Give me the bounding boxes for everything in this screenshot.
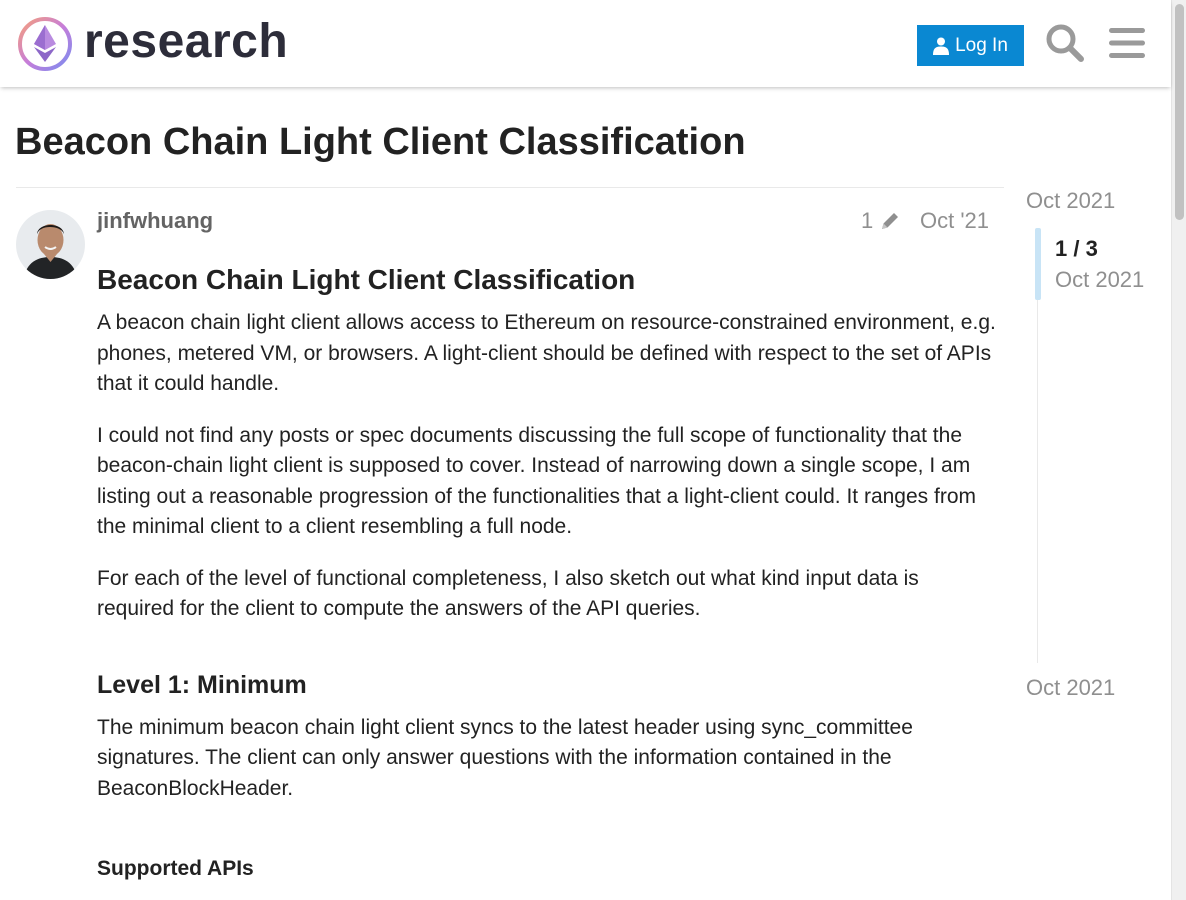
post-paragraph: A beacon chain light client allows acces… bbox=[97, 311, 996, 395]
section-heading: Level 1: Minimum bbox=[97, 670, 307, 699]
user-avatar[interactable] bbox=[16, 210, 85, 279]
post-heading: Beacon Chain Light Client Classification bbox=[97, 264, 636, 295]
post-date[interactable]: Oct '21 bbox=[920, 205, 989, 237]
title-divider bbox=[16, 187, 1004, 188]
post-paragraph: For each of the level of functional comp… bbox=[97, 566, 919, 621]
search-icon[interactable] bbox=[1044, 22, 1086, 64]
pencil-icon bbox=[882, 213, 899, 229]
post-body: Beacon Chain Light Client Classification… bbox=[97, 262, 997, 884]
timeline-end-date[interactable]: Oct 2021 bbox=[1026, 673, 1115, 703]
login-label: Log In bbox=[955, 34, 1008, 56]
research-logo[interactable] bbox=[16, 15, 74, 73]
edit-count: 1 bbox=[861, 208, 874, 233]
post-author[interactable]: jinfwhuang bbox=[97, 205, 213, 237]
hamburger-menu-icon[interactable] bbox=[1106, 22, 1148, 64]
timeline-start-date[interactable]: Oct 2021 bbox=[1026, 186, 1115, 216]
section-paragraph: The minimum beacon chain light client sy… bbox=[97, 715, 913, 800]
post-paragraph: I could not find any posts or spec docum… bbox=[97, 423, 976, 539]
user-icon bbox=[933, 37, 950, 55]
site-logo-text[interactable]: research bbox=[84, 12, 288, 72]
scrollbar-thumb[interactable] bbox=[1175, 4, 1184, 220]
edit-history[interactable]: 1 bbox=[861, 205, 901, 237]
subsection-heading: Supported APIs bbox=[97, 857, 254, 880]
login-button[interactable]: Log In bbox=[917, 25, 1024, 66]
site-header: research Log In bbox=[0, 0, 1171, 87]
timeline-position: 1 / 3 bbox=[1055, 236, 1098, 261]
timeline-handle[interactable] bbox=[1035, 228, 1041, 300]
topic-title[interactable]: Beacon Chain Light Client Classification bbox=[15, 118, 746, 166]
timeline-position-date: Oct 2021 bbox=[1055, 267, 1145, 292]
page-scrollbar[interactable] bbox=[1171, 0, 1186, 900]
